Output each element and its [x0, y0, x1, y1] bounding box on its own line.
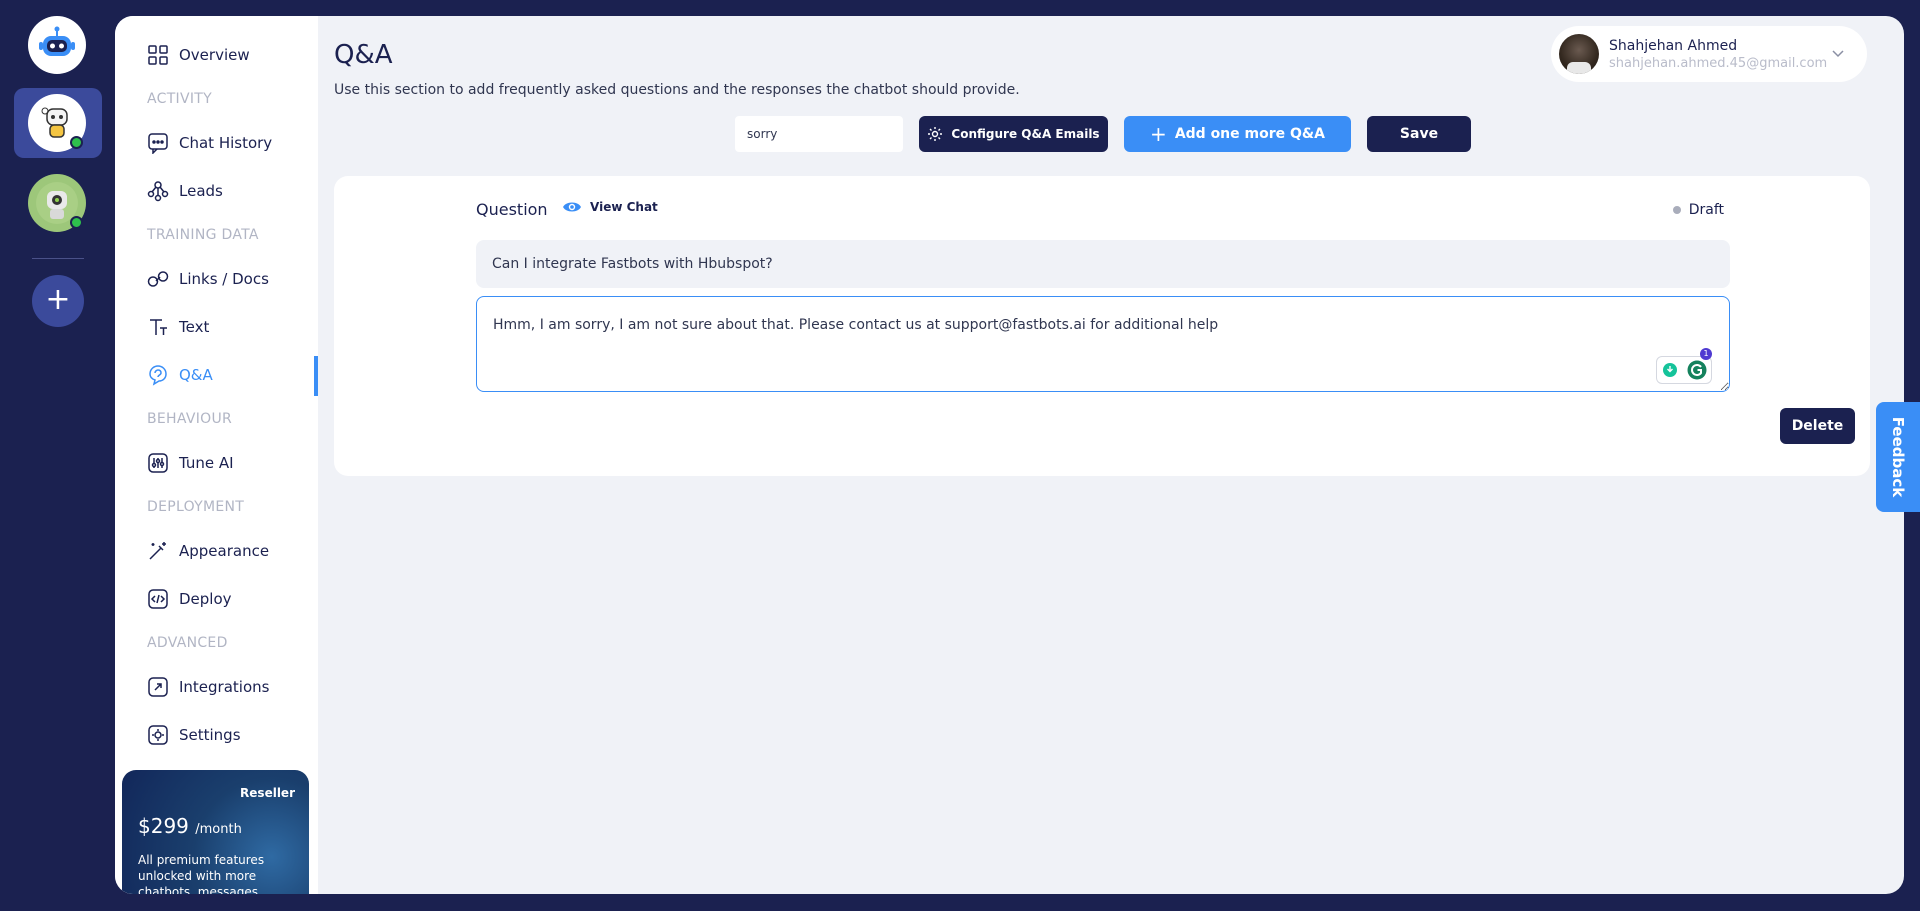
configure-qa-emails-button[interactable]: Configure Q&A Emails	[919, 116, 1108, 152]
sidebar-item-label: Overview	[179, 46, 250, 64]
reseller-promo-card[interactable]: Reseller $299 /month All premium feature…	[122, 770, 309, 894]
promo-price-amount: $299	[138, 814, 189, 838]
sidebar-item-label: Appearance	[179, 542, 270, 560]
qa-card: Question View Chat Draft Hmm, I am sorry…	[334, 176, 1870, 476]
bot-switcher-rail: +	[0, 0, 115, 911]
sidebar-item-label: Integrations	[179, 678, 270, 696]
sidebar-item-label: Deploy	[179, 590, 232, 608]
code-icon	[148, 589, 168, 609]
sidebar-item-appearance[interactable]: Appearance	[147, 537, 269, 565]
question-input[interactable]	[476, 240, 1730, 288]
view-chat-link[interactable]: View Chat	[562, 200, 658, 214]
rail-divider	[32, 258, 84, 259]
sidebar-item-integrations[interactable]: Integrations	[147, 673, 269, 701]
sidebar-item-settings[interactable]: Settings	[147, 721, 241, 749]
status-badge: Draft	[1672, 202, 1724, 218]
gear-icon	[928, 127, 943, 141]
view-chat-label: View Chat	[590, 200, 658, 214]
chevron-down-icon[interactable]	[1831, 46, 1845, 60]
grid-icon	[148, 45, 168, 65]
leads-icon	[147, 181, 169, 202]
chat-history-icon	[148, 133, 168, 154]
page-title: Q&A	[334, 40, 393, 70]
sidebar-item-label: Chat History	[179, 134, 273, 152]
configure-label: Configure Q&A Emails	[951, 127, 1100, 141]
integrations-icon	[148, 677, 168, 697]
section-label-training: TRAINING DATA	[147, 227, 259, 243]
sidebar-item-deploy[interactable]: Deploy	[147, 585, 232, 613]
sidebar-item-text[interactable]: Text	[147, 313, 209, 341]
plus-icon: +	[1150, 122, 1167, 146]
save-button[interactable]: Save	[1367, 116, 1471, 152]
status-dot	[1672, 206, 1681, 214]
feedback-tab[interactable]: Feedback	[1876, 402, 1920, 512]
promo-description: All premium features unlocked with more …	[138, 853, 265, 894]
add-qa-button[interactable]: + Add one more Q&A	[1124, 116, 1351, 152]
sidebar-item-label: Links / Docs	[179, 270, 269, 288]
user-menu[interactable]: Shahjehan Ahmed shahjehan.ahmed.45@gmail…	[1551, 26, 1867, 82]
active-nav-indicator	[314, 356, 318, 396]
promo-price-period: /month	[195, 822, 242, 837]
add-bot-button[interactable]: +	[32, 275, 84, 327]
grammarly-icon	[1687, 360, 1706, 380]
sidebar-item-label: Settings	[179, 726, 241, 744]
sidebar: Overview ACTIVITY Chat History Leads TRA…	[115, 16, 318, 894]
sidebar-item-links-docs[interactable]: Links / Docs	[147, 265, 269, 293]
promo-price: $299 /month	[138, 814, 242, 838]
text-icon	[150, 319, 167, 335]
user-email: shahjehan.ahmed.45@gmail.com	[1609, 55, 1828, 71]
status-label: Draft	[1688, 202, 1724, 218]
sidebar-item-label: Q&A	[179, 366, 213, 384]
bulb-icon	[1662, 363, 1677, 377]
eye-icon	[563, 202, 581, 212]
grammarly-count-badge: 1	[1700, 348, 1712, 360]
answer-textarea[interactable]: Hmm, I am sorry, I am not sure about tha…	[476, 296, 1730, 392]
sidebar-item-label: Leads	[179, 182, 223, 200]
delete-button[interactable]: Delete	[1780, 408, 1855, 444]
avatar	[1559, 34, 1599, 74]
user-info: Shahjehan Ahmed shahjehan.ahmed.45@gmail…	[1609, 38, 1827, 71]
section-label-behaviour: BEHAVIOUR	[147, 411, 233, 427]
question-label: Question	[476, 200, 548, 219]
sidebar-item-label: Text	[179, 318, 210, 336]
link-icon	[147, 271, 169, 287]
tune-icon	[148, 453, 168, 473]
section-label-activity: ACTIVITY	[147, 91, 212, 107]
sidebar-item-tune-ai[interactable]: Tune AI	[147, 449, 234, 477]
sidebar-item-overview[interactable]: Overview	[147, 41, 250, 69]
promo-tag: Reseller	[240, 786, 295, 800]
qa-icon	[149, 365, 167, 386]
feedback-label: Feedback	[1889, 416, 1908, 498]
user-name: Shahjehan Ahmed	[1609, 37, 1738, 54]
sidebar-item-leads[interactable]: Leads	[147, 177, 223, 205]
search-input[interactable]	[735, 116, 903, 152]
grammarly-widget[interactable]	[1656, 356, 1712, 384]
bot-online-indicator	[70, 216, 83, 229]
main-panel: Overview ACTIVITY Chat History Leads TRA…	[115, 16, 1904, 894]
sidebar-item-label: Tune AI	[179, 454, 234, 472]
section-label-advanced: ADVANCED	[147, 635, 228, 651]
section-label-deployment: DEPLOYMENT	[147, 499, 245, 515]
sidebar-item-chat-history[interactable]: Chat History	[147, 129, 272, 157]
add-label: Add one more Q&A	[1174, 126, 1325, 142]
gear-icon	[148, 725, 168, 745]
bot-online-indicator	[70, 136, 83, 149]
page-subtitle: Use this section to add frequently asked…	[334, 82, 1020, 98]
app-logo-icon[interactable]	[28, 16, 86, 74]
magic-wand-icon	[149, 542, 166, 560]
sidebar-item-qa[interactable]: Q&A	[147, 361, 213, 389]
